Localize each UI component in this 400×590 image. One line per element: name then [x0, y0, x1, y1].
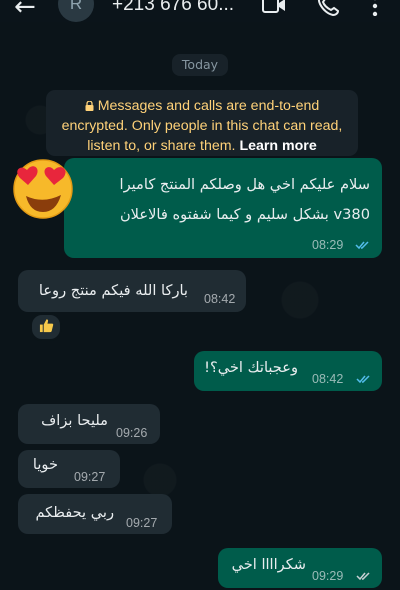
message-text: باركا الله فيكم منتج روعا	[38, 282, 188, 299]
message-bubble-outgoing[interactable]: سلام عليكم اخي هل وصلكم المنتج كاميرا v3…	[64, 158, 382, 258]
message-time: 09:26	[116, 426, 148, 440]
message-bubble-incoming[interactable]: مليحا بزاف 09:26	[18, 404, 160, 444]
more-menu-icon[interactable]	[370, 0, 380, 16]
message-bubble-incoming[interactable]: باركا الله فيكم منتج روعا 08:42	[18, 270, 246, 312]
thumbs-up-icon	[39, 319, 53, 333]
message-time: 08:42	[312, 372, 344, 386]
message-bubble-incoming[interactable]: خويا 09:27	[18, 450, 120, 488]
lock-icon	[85, 101, 94, 111]
message-text: سلام عليكم اخي هل وصلكم المنتج كاميرا	[119, 176, 370, 193]
message-time: 09:27	[74, 470, 106, 484]
double-check-icon	[356, 375, 370, 384]
encryption-notice[interactable]: Messages and calls are end-to-end encryp…	[46, 90, 358, 156]
double-check-icon	[355, 241, 369, 250]
encryption-text-3: listen to, or share them.	[87, 138, 236, 154]
learn-more-link[interactable]: Learn more	[239, 138, 316, 154]
contact-name[interactable]: +213 676 60...	[112, 0, 234, 16]
message-bubble-incoming[interactable]: ربي يحفظكم 09:27	[18, 494, 172, 534]
reaction-badge[interactable]	[30, 313, 62, 341]
message-time: 08:42	[204, 292, 236, 306]
encryption-text-2: encrypted. Only people in this chat can …	[61, 118, 343, 134]
message-text: v380 بشكل سليم و كيما شفتوه فالاعلان	[119, 206, 370, 223]
message-text: خويا	[32, 456, 58, 473]
back-arrow-icon[interactable]: ←	[14, 0, 36, 22]
double-check-icon	[356, 572, 370, 581]
encryption-text-1: Messages and calls are end-to-end	[97, 98, 320, 114]
video-call-icon[interactable]	[262, 0, 286, 16]
date-divider: Today	[172, 54, 228, 76]
message-time: 09:29	[312, 569, 344, 583]
chat-header: ← R +213 676 60...	[0, 0, 400, 22]
message-time: 09:27	[126, 516, 158, 530]
avatar[interactable]: R	[58, 0, 94, 22]
message-time: 08:29	[312, 238, 344, 252]
message-bubble-outgoing[interactable]: شكراااا اخي 09:29	[218, 548, 382, 588]
message-text: مليحا بزاف	[41, 412, 108, 429]
voice-call-icon[interactable]	[316, 0, 340, 16]
message-bubble-outgoing[interactable]: وعجباتك اخي؟! 08:42	[194, 351, 382, 391]
heart-eyes-emoji	[13, 159, 73, 219]
message-text: ربي يحفظكم	[35, 504, 114, 521]
message-text: وعجباتك اخي؟!	[204, 359, 298, 376]
message-text: شكراااا اخي	[231, 556, 306, 573]
